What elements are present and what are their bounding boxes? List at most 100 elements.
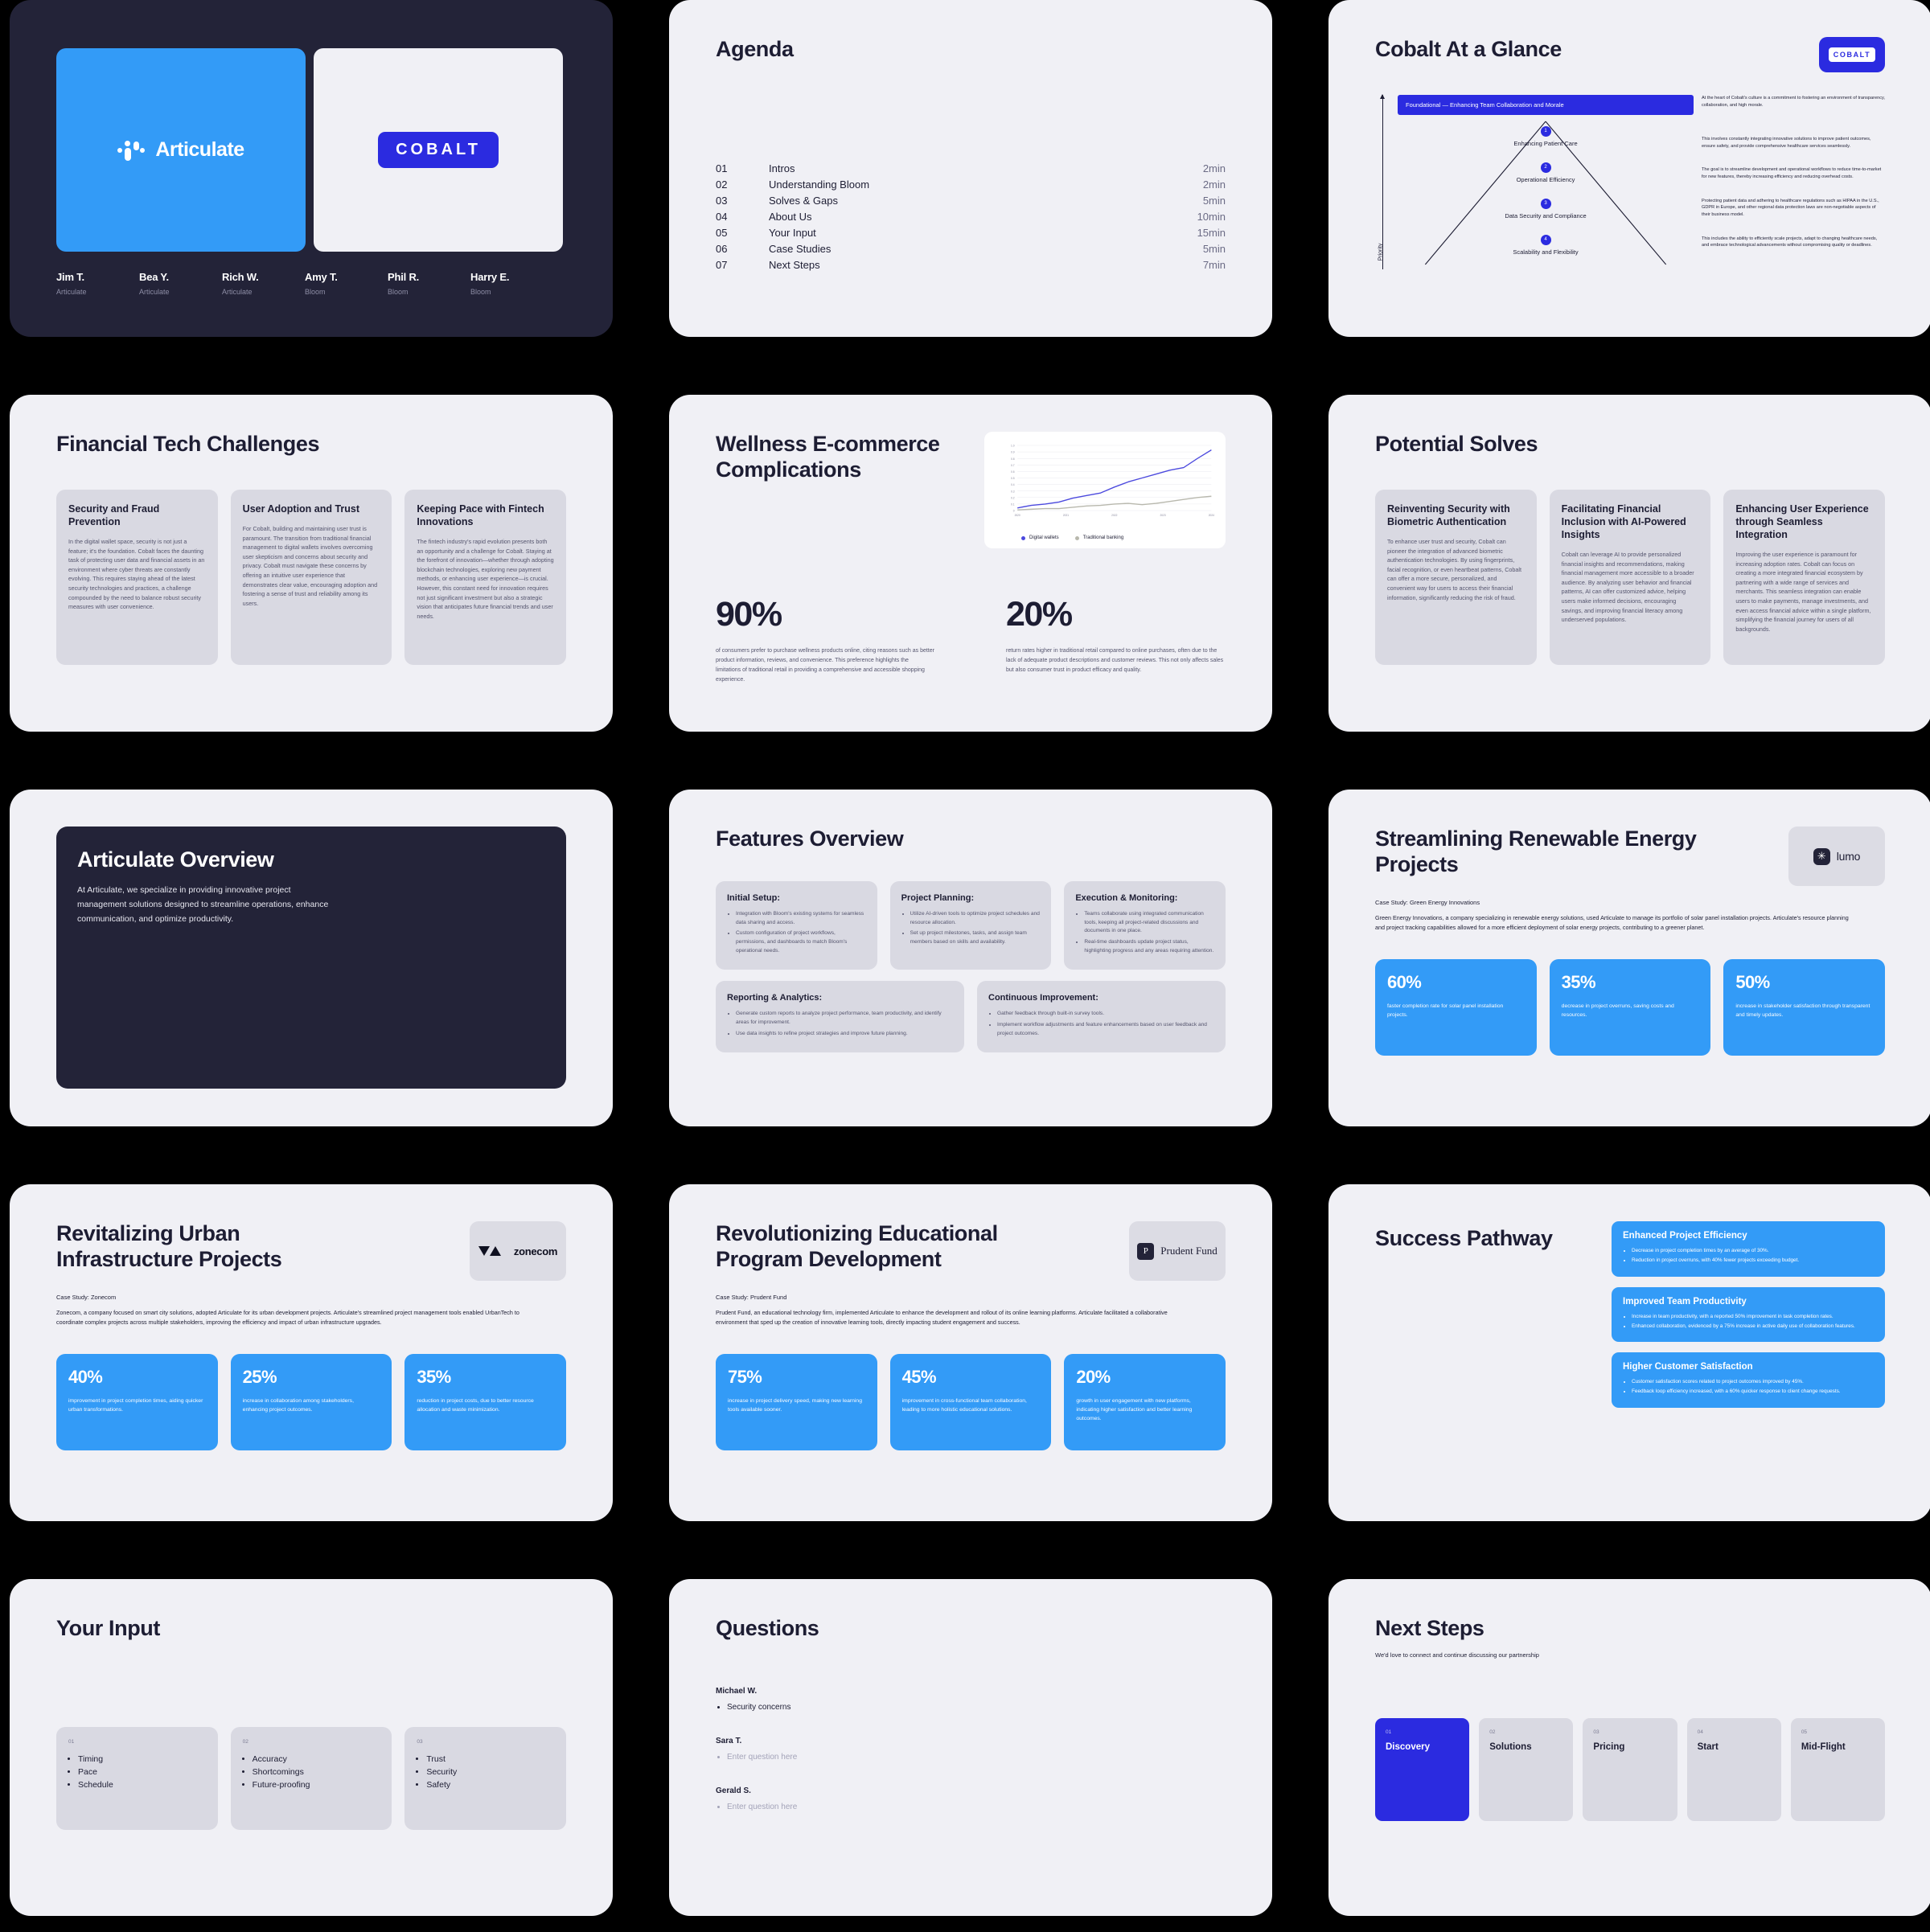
step-number-badge: 3 [1540, 198, 1551, 209]
stat-description: reduction in project costs, due to bette… [417, 1398, 534, 1413]
feature-bullet: Utilize AI-driven tools to optimize proj… [910, 910, 1041, 927]
slide-agenda[interactable]: Agenda 01 Intros 2min 02 Understanding Bloom… [669, 0, 1272, 337]
input-card-1[interactable]: 02 AccuracyShortcomingsFuture-proofing [230, 1726, 392, 1830]
foundational-row: Foundational — Enhancing Team Collaborat… [1398, 95, 1885, 115]
feature-heading: Execution & Monitoring: [1075, 892, 1178, 903]
agenda-row[interactable]: 01 Intros 2min [716, 161, 1226, 177]
slide-your-input[interactable]: Your Input 01 TimingPaceSchedule 02 Accurac… [10, 1579, 613, 1916]
question-input[interactable]: Enter question here [727, 1751, 1226, 1763]
stat-value: 25% [242, 1367, 277, 1388]
stat-card-1[interactable]: 45% improvement in cross-functional team … [889, 1354, 1052, 1451]
stat-card-0[interactable]: 40% improvement in project completion tim… [56, 1354, 218, 1451]
stat-card-2[interactable]: 50% increase in stakeholder satisfaction … [1723, 959, 1886, 1056]
stat-description: increase in collaboration among stakehol… [242, 1398, 354, 1413]
agenda-list: 01 Intros 2min 02 Understanding Bloom 2min 03 S… [716, 161, 1226, 273]
x-tick-label: 2023 [1160, 514, 1165, 517]
stat-card-0[interactable]: 75% increase in project delivery speed, m… [716, 1354, 877, 1451]
pathway-bullet: Increase in team productivity, with a re… [1632, 1313, 1874, 1321]
slide-success-pathway[interactable]: Success Pathway Enhanced Project Efficie… [1328, 1184, 1930, 1521]
slide-wellness-ecommerce[interactable]: Wellness E-commerce Complications 0 0.1 0.… [669, 395, 1272, 732]
feature-card[interactable]: Continuous Improvement: Gather feedback t… [977, 981, 1226, 1053]
next-step-label: Pricing [1593, 1741, 1625, 1752]
solve-cards: Reinventing Security with Biometric Auth… [1375, 489, 1886, 665]
question-answer: Security concerns [727, 1701, 1226, 1713]
agenda-number: 06 [716, 243, 728, 256]
input-card-item: Schedule [78, 1779, 206, 1792]
agenda-label: Case Studies [769, 243, 832, 256]
page-title: Articulate Overview [77, 847, 274, 872]
agenda-row[interactable]: 06 Case Studies 5min [716, 241, 1226, 257]
slide-potential-solves[interactable]: Potential Solves Reinventing Security wi… [1328, 395, 1930, 732]
adoption-line-chart[interactable]: 0 0.1 0.2 0.3 0.4 0.5 0.6 0.7 0.8 0.9 1.0 2020 2021 2… [984, 432, 1226, 548]
y-tick-label: 0.2 [1011, 496, 1015, 499]
slide-next-steps[interactable]: Next Steps We'd love to connect and cont… [1328, 1579, 1930, 1916]
next-step-card-4[interactable]: 05 Mid-Flight [1790, 1717, 1886, 1821]
case-study-body: Green Energy Innovations, a company spec… [1375, 914, 1849, 932]
slide-cover[interactable]: Articulate COBALT Jim T. Articulate Bea Y.… [10, 0, 613, 337]
feature-card[interactable]: Execution & Monitoring: Teams collaborate… [1064, 880, 1226, 970]
info-card-2[interactable]: Keeping Pace with Fintech Innovations The… [404, 489, 567, 665]
agenda-row[interactable]: 05 Your Input 15min [716, 225, 1226, 241]
pathway-cards: Enhanced Project Efficiency Decrease in p… [1612, 1221, 1885, 1408]
next-step-card-3[interactable]: 04 Start [1686, 1717, 1781, 1821]
stat-card-0[interactable]: 60% faster completion rate for solar pane… [1375, 959, 1537, 1056]
info-card-1[interactable]: Facilitating Financial Inclusion with AI… [1549, 489, 1711, 665]
card-heading: User Adoption and Trust [242, 502, 360, 515]
input-card-0[interactable]: 01 TimingPaceSchedule [56, 1726, 218, 1830]
person-org: Bloom [470, 288, 491, 296]
stat-card-2[interactable]: 20% growth in user engagement with new pl… [1064, 1354, 1226, 1451]
feature-bullets: Utilize AI-driven tools to optimize proj… [901, 910, 1041, 947]
step-name: Enhancing Patient Care [1513, 139, 1578, 147]
stat-card-1[interactable]: 25% increase in collaboration among stake… [230, 1354, 392, 1451]
feature-card[interactable]: Initial Setup: Integration with Bloom's e… [716, 880, 877, 970]
person-org: Bloom [388, 288, 409, 296]
input-card-item: Security [426, 1766, 554, 1779]
legend-swatch [1021, 535, 1025, 540]
slide-features-overview[interactable]: Features Overview Initial Setup: Integrat… [669, 790, 1272, 1126]
info-card-0[interactable]: Security and Fraud Prevention In the digi… [56, 489, 218, 665]
person-name: Jim T. [56, 271, 84, 283]
slide-renewable-energy[interactable]: Streamlining Renewable Energy Projects ✳… [1328, 790, 1930, 1126]
card-body: In the digital wallet space, security is… [68, 537, 205, 611]
slide-articulate-overview[interactable]: Articulate Overview At Articulate, we sp… [10, 790, 613, 1126]
agenda-row[interactable]: 07 Next Steps 7min [716, 257, 1226, 273]
next-step-card-0[interactable]: 01 Discovery [1375, 1717, 1470, 1821]
question-input[interactable]: Enter question here [727, 1801, 1226, 1813]
slide-questions[interactable]: Questions Michael W. Security concerns Sar… [669, 1579, 1272, 1916]
pathway-card-0[interactable]: Enhanced Project Efficiency Decrease in p… [1612, 1221, 1885, 1277]
agenda-row[interactable]: 03 Solves & Gaps 5min [716, 193, 1226, 209]
info-card-1[interactable]: User Adoption and Trust For Cobalt, build… [230, 489, 392, 665]
step-description: Protecting patient data and adhering to … [1702, 198, 1879, 217]
stat-card-2[interactable]: 35% reduction in project costs, due to be… [404, 1354, 567, 1451]
case-study-body: Prudent Fund, an educational technology … [716, 1309, 1168, 1327]
step-name: Operational Efficiency [1516, 175, 1575, 183]
input-card-item: Safety [426, 1779, 554, 1792]
agenda-row[interactable]: 02 Understanding Bloom 2min [716, 177, 1226, 193]
slide-educational-program[interactable]: Revolutionizing Educational Program Deve… [669, 1184, 1272, 1521]
person-org: Bloom [305, 288, 326, 296]
next-step-card-2[interactable]: 03 Pricing [1583, 1717, 1677, 1821]
slide-cobalt-glance[interactable]: Cobalt At a Glance COBALT Priority Found… [1328, 0, 1930, 337]
pathway-bullets: Decrease in project completion times by … [1623, 1247, 1874, 1265]
stat-card-1[interactable]: 35% decrease in project overruns, saving … [1549, 959, 1711, 1056]
info-card-0[interactable]: Reinventing Security with Biometric Auth… [1375, 489, 1537, 665]
stat-value: 45% [901, 1367, 937, 1388]
feature-card[interactable]: Reporting & Analytics: Generate custom re… [716, 981, 964, 1053]
slide-urban-infrastructure[interactable]: Revitalizing Urban Infrastructure Projec… [10, 1184, 613, 1521]
triangles-icon [478, 1246, 501, 1256]
zonecom-wordmark: zonecom [513, 1245, 558, 1257]
slide-financial-tech-challenges[interactable]: Financial Tech Challenges Security and F… [10, 395, 613, 732]
asterisk-icon: ✳ [1813, 847, 1830, 865]
pathway-card-1[interactable]: Improved Team Productivity Increase in te… [1612, 1286, 1885, 1342]
questioner-name: Sara T. [716, 1736, 742, 1745]
cover-people-list: Jim T. Articulate Bea Y. Articulate Rich W. A… [56, 271, 566, 296]
stat-description: growth in user engagement with new platf… [1076, 1398, 1193, 1422]
page-title: Success Pathway [1375, 1226, 1553, 1250]
agenda-row[interactable]: 04 About Us 10min [716, 209, 1226, 225]
next-step-card-1[interactable]: 02 Solutions [1479, 1717, 1574, 1821]
feature-card[interactable]: Project Planning: Utilize AI-driven tools… [889, 880, 1052, 970]
pathway-card-2[interactable]: Higher Customer Satisfaction Customer sat… [1612, 1352, 1885, 1408]
input-card-2[interactable]: 03 TrustSecuritySafety [404, 1726, 567, 1830]
step-name: Data Security and Compliance [1505, 211, 1587, 219]
info-card-2[interactable]: Enhancing User Experience through Seamle… [1723, 489, 1886, 665]
